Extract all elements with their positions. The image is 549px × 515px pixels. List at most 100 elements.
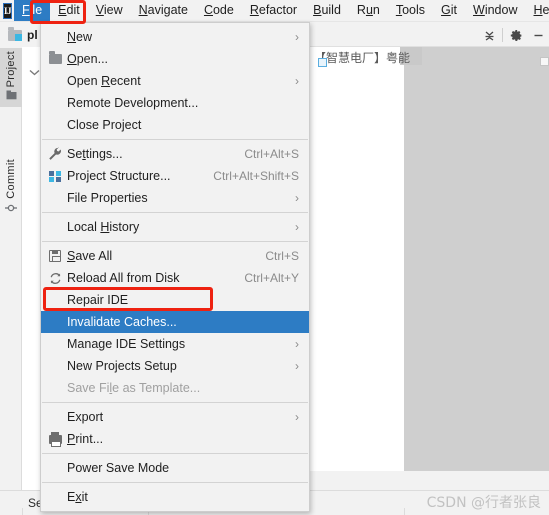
menu-separator (42, 453, 308, 454)
menubar-item-window[interactable]: Window (465, 0, 525, 21)
statusbar-divider-3 (404, 508, 405, 515)
menu-item-shortcut: Ctrl+Alt+Shift+S (213, 169, 299, 183)
menu-item-repair-ide[interactable]: Repair IDE (41, 289, 309, 311)
menubar-item-tools[interactable]: Tools (388, 0, 433, 21)
editor-area-background (404, 23, 549, 471)
project-stripe-label: Project (5, 51, 17, 88)
menu-item-label: Close Project (67, 118, 142, 132)
menu-item-remote-development[interactable]: Remote Development... (41, 92, 309, 114)
main-menu-bar: IJ File Edit View Navigate Code Refactor Build… (0, 0, 549, 22)
project-toolbar-buttons (478, 23, 549, 47)
gear-icon[interactable] (505, 24, 527, 46)
menu-item-label: Local History (67, 220, 140, 234)
menu-item-close-project[interactable]: Close Project (41, 114, 309, 136)
menu-item-label: Export (67, 410, 104, 424)
wrench-icon (47, 146, 63, 162)
menu-item-new-projects-setup[interactable]: New Projects Setup › (41, 355, 309, 377)
menu-item-shortcut: Ctrl+S (265, 249, 299, 263)
csdn-watermark: CSDN @行者张良 (426, 495, 541, 511)
menubar-item-git[interactable]: Git (433, 0, 465, 21)
menu-item-label: Remote Development... (67, 96, 199, 110)
menu-item-manage-ide-settings[interactable]: Manage IDE Settings › (41, 333, 309, 355)
menu-item-project-structure[interactable]: Project Structure... Ctrl+Alt+Shift+S (41, 165, 309, 187)
intellij-idea-window: 【智慧电厂】粤能 pl Project Commit IJ File Edit … (0, 0, 549, 515)
menu-item-reload-all-from-disk[interactable]: Reload All from Disk Ctrl+Alt+Y (41, 267, 309, 289)
menu-item-label: Settings... (67, 147, 123, 161)
menu-item-label: Open... (67, 52, 109, 66)
toolbar-separator (502, 28, 503, 42)
menubar-item-code[interactable]: Code (196, 0, 242, 21)
chevron-right-icon: › (295, 74, 299, 88)
menu-item-label: Invalidate Caches... (67, 315, 177, 329)
commit-stripe-icon (5, 202, 17, 221)
menu-item-label: Print... (67, 432, 104, 446)
file-dropdown-menu[interactable]: New › Open... Open Recent › Remote Developmen… (40, 22, 310, 512)
menu-item-label: Manage IDE Settings (67, 337, 186, 351)
reload-icon (47, 270, 63, 286)
project-stripe-icon (6, 90, 17, 107)
chevron-right-icon: › (295, 191, 299, 205)
commit-stripe-label: Commit (5, 159, 17, 199)
chevron-right-icon: › (295, 220, 299, 234)
project-panel-title: pl (27, 28, 38, 42)
menu-separator (42, 212, 308, 213)
menubar-item-build[interactable]: Build (305, 0, 349, 21)
menu-item-export[interactable]: Export › (41, 406, 309, 428)
menubar-item-list: File Edit View Navigate Code Refactor Build Run… (14, 0, 549, 21)
menu-item-label: Save All (67, 249, 113, 263)
menu-separator (42, 139, 308, 140)
menu-item-label: New (67, 30, 93, 44)
structure-icon (47, 168, 63, 184)
sidebar-item-project[interactable]: Project (0, 48, 22, 108)
tool-window-stripe-left: Project Commit (0, 48, 22, 493)
minimize-icon[interactable] (527, 24, 549, 46)
chevron-right-icon: › (295, 30, 299, 44)
menu-item-label: Power Save Mode (67, 461, 170, 475)
menu-item-shortcut: Ctrl+Alt+S (244, 147, 299, 161)
menubar-item-run[interactable]: Run (349, 0, 388, 21)
menubar-item-view[interactable]: View (88, 0, 131, 21)
menu-item-settings[interactable]: Settings... Ctrl+Alt+S (41, 143, 309, 165)
menu-item-label: Save File as Template... (67, 381, 201, 395)
menubar-item-help[interactable]: Help (526, 0, 549, 21)
menu-item-shortcut: Ctrl+Alt+Y (244, 271, 299, 285)
editor-tab-label[interactable]: 【智慧电厂】粤能 (314, 49, 410, 66)
menu-item-label: File Properties (67, 191, 148, 205)
project-folder-icon (8, 26, 22, 41)
chevron-right-icon: › (295, 337, 299, 351)
menu-item-new[interactable]: New › (41, 26, 309, 48)
menu-separator (42, 402, 308, 403)
sidebar-item-commit[interactable]: Commit (0, 156, 22, 221)
intellij-logo-icon: IJ (3, 2, 13, 19)
intellij-logo-text: IJ (4, 5, 12, 16)
menu-item-power-save-mode[interactable]: Power Save Mode (41, 457, 309, 479)
menu-separator (42, 241, 308, 242)
menu-item-print[interactable]: Print... (41, 428, 309, 450)
tree-blue-marker (318, 58, 327, 67)
chevron-right-icon: › (295, 359, 299, 373)
menu-item-local-history[interactable]: Local History › (41, 216, 309, 238)
menu-item-label: New Projects Setup (67, 359, 177, 373)
menu-item-exit[interactable]: Exit (41, 486, 309, 508)
menubar-item-refactor[interactable]: Refactor (242, 0, 305, 21)
collapse-all-icon[interactable] (478, 24, 500, 46)
menu-item-invalidate-caches[interactable]: Invalidate Caches... (41, 311, 309, 333)
editor-white-area (310, 23, 404, 471)
menu-item-label: Repair IDE (67, 293, 129, 307)
menu-item-save-file-as-template: Save File as Template... (41, 377, 309, 399)
print-icon (47, 431, 63, 447)
menubar-item-edit[interactable]: Edit (50, 0, 88, 21)
menubar-item-file[interactable]: File (14, 0, 51, 21)
menu-item-file-properties[interactable]: File Properties › (41, 187, 309, 209)
menu-item-open[interactable]: Open... (41, 48, 309, 70)
menu-item-save-all[interactable]: Save All Ctrl+S (41, 245, 309, 267)
right-edge-marker (540, 57, 549, 66)
statusbar-divider-1 (22, 508, 23, 515)
editor-toolbar (310, 23, 549, 47)
menubar-item-navigate[interactable]: Navigate (131, 0, 196, 21)
chevron-right-icon: › (295, 410, 299, 424)
menu-item-label: Reload All from Disk (67, 271, 180, 285)
menu-item-label: Open Recent (67, 74, 141, 88)
menu-item-open-recent[interactable]: Open Recent › (41, 70, 309, 92)
menu-item-label: Exit (67, 490, 88, 504)
